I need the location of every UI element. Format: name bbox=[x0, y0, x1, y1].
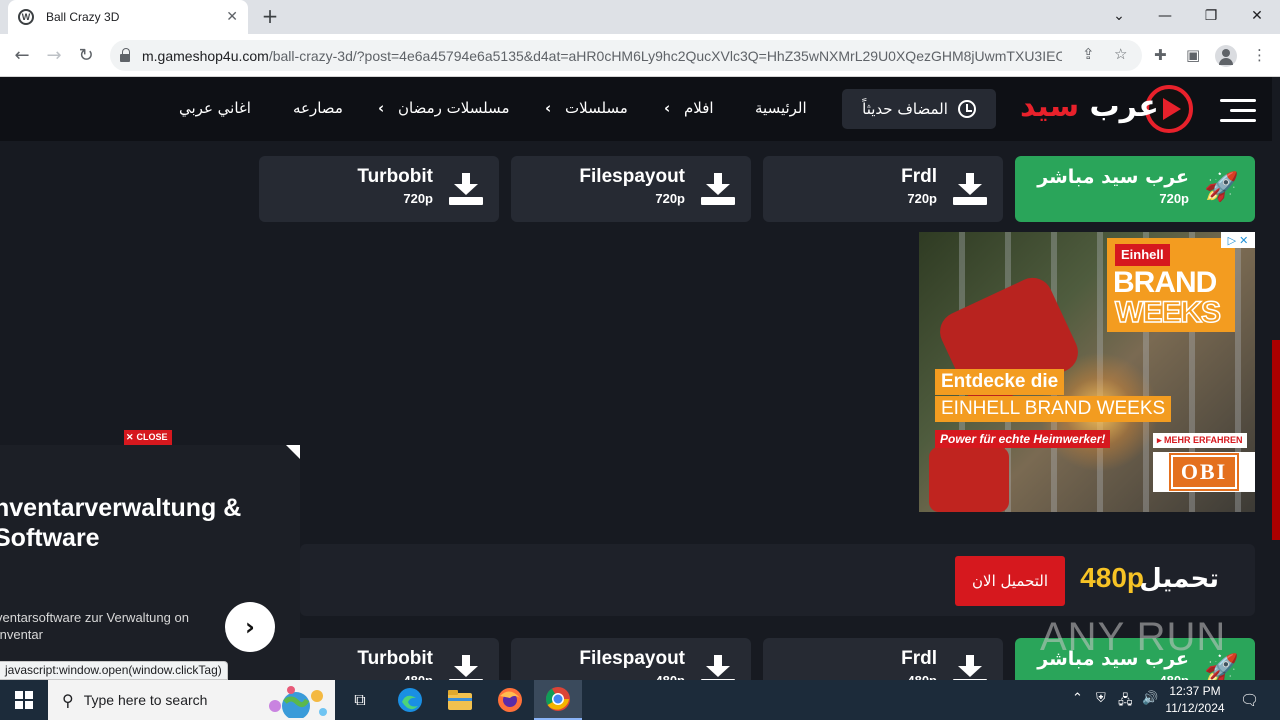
nav-movies[interactable]: افلام bbox=[684, 99, 714, 117]
side-panel-icon[interactable]: ▣ bbox=[1186, 46, 1200, 64]
address-bar[interactable]: m.gameshop4u.com/ball-crazy-3d/?post=4e6… bbox=[110, 40, 1142, 71]
nav-home[interactable]: الرئيسية bbox=[755, 99, 807, 117]
tab-strip: W Ball Crazy 3D ✕ + ⌄ — ❐ ✕ bbox=[0, 0, 1280, 34]
site-logo[interactable]: عرب سيد bbox=[1020, 89, 1159, 124]
ad-brand-panel: Einhell BRAND WEEKS bbox=[1107, 238, 1235, 332]
windows-taskbar: ⚲ Type here to search ⧉ ⌃ ⛨ 🖧 🔊 12:37 PM… bbox=[0, 680, 1280, 720]
obi-logo: OBI bbox=[1153, 452, 1255, 492]
chevron-left-icon: ‹ bbox=[545, 99, 552, 117]
download-frdl-720[interactable]: Frdl 720p bbox=[763, 156, 1003, 222]
task-view-icon[interactable]: ⧉ bbox=[336, 680, 384, 720]
download-icon bbox=[953, 173, 987, 205]
bookmark-star-icon[interactable]: ☆ bbox=[1114, 45, 1127, 63]
chevron-right-icon[interactable]: › bbox=[225, 602, 275, 652]
chrome-icon[interactable] bbox=[534, 680, 582, 720]
extensions-icon[interactable]: ✚ bbox=[1154, 46, 1167, 64]
tab-search-icon[interactable]: ⌄ bbox=[1096, 4, 1142, 28]
close-icon: ✕ bbox=[126, 432, 134, 442]
site-header: عرب سيد المضاف حديثاً الرئيسية افلام ‹ م… bbox=[0, 77, 1272, 141]
close-window-button[interactable]: ✕ bbox=[1234, 4, 1280, 28]
banner-ad-einhell-obi[interactable]: Einhell BRAND WEEKS ▷ ✕ Entdecke die EINH… bbox=[919, 232, 1255, 512]
adchoices-icon[interactable]: ▷ ✕ bbox=[1221, 232, 1255, 248]
profile-avatar-icon[interactable] bbox=[1215, 45, 1237, 67]
reload-icon[interactable]: ↻ bbox=[73, 43, 99, 69]
taskbar-search-box[interactable]: ⚲ Type here to search bbox=[48, 680, 335, 720]
einhell-logo: Einhell bbox=[1115, 244, 1170, 266]
download-icon bbox=[449, 655, 483, 680]
hamburger-menu-icon[interactable] bbox=[1220, 99, 1256, 123]
popup-heading: nventarverwaltung & Software bbox=[0, 494, 242, 552]
download-icon bbox=[701, 173, 735, 205]
section-title: تحميل bbox=[1139, 564, 1219, 594]
clock-time[interactable]: 12:37 PM bbox=[1166, 684, 1224, 698]
popup-close-button[interactable]: ✕ CLOSE bbox=[124, 430, 172, 445]
defender-icon[interactable]: ⛨ bbox=[1096, 691, 1106, 706]
download-now-button[interactable]: التحميل الان bbox=[955, 556, 1065, 606]
notification-icon[interactable]: 🗨 bbox=[1240, 691, 1259, 709]
wordpress-icon: W bbox=[18, 9, 34, 25]
search-highlight-image bbox=[269, 686, 327, 718]
browser-toolbar: ← → ↻ m.gameshop4u.com/ball-crazy-3d/?po… bbox=[0, 34, 1280, 77]
menu-kebab-icon[interactable]: ⋮ bbox=[1252, 46, 1267, 64]
download-filespayout-720[interactable]: Filespayout 720p bbox=[511, 156, 751, 222]
download-arabseed-direct-720[interactable]: 🚀 عرب سيد مباشر 720p bbox=[1015, 156, 1255, 222]
clock-date[interactable]: 11/12/2024 bbox=[1162, 701, 1228, 715]
link-status-bar: javascript:window.open(window.clickTag) bbox=[0, 661, 228, 680]
forward-icon[interactable]: → bbox=[41, 43, 67, 69]
download-icon bbox=[701, 655, 735, 680]
tab-title: Ball Crazy 3D bbox=[46, 10, 120, 24]
rocket-icon: 🚀 bbox=[1204, 170, 1239, 203]
search-icon: ⚲ bbox=[62, 690, 74, 710]
download-icon bbox=[953, 655, 987, 680]
download-turbobit-720[interactable]: Turbobit 720p bbox=[259, 156, 499, 222]
minimize-button[interactable]: — bbox=[1142, 4, 1188, 28]
firefox-icon[interactable] bbox=[486, 680, 534, 720]
chevron-left-icon: ‹ bbox=[378, 99, 385, 117]
section-quality: 480p bbox=[1080, 562, 1144, 593]
recently-added-label: المضاف حديثاً bbox=[862, 100, 948, 118]
url-text[interactable]: m.gameshop4u.com/ball-crazy-3d/?post=4e6… bbox=[142, 48, 1062, 64]
nav-arabic-songs[interactable]: اغاني عربي bbox=[179, 99, 251, 117]
windows-start-icon[interactable] bbox=[0, 680, 48, 720]
ad-more-link[interactable]: ▸ MEHR ERFAHREN bbox=[1153, 433, 1247, 448]
page-scrollbar-thumb[interactable] bbox=[1272, 340, 1280, 540]
popup-corner-fold bbox=[286, 445, 300, 459]
download-filespayout-480[interactable]: Filespayout 480p bbox=[511, 638, 751, 680]
back-icon[interactable]: ← bbox=[9, 43, 35, 69]
restore-button[interactable]: ❐ bbox=[1188, 4, 1234, 28]
chevron-up-icon[interactable]: ⌃ bbox=[1072, 691, 1083, 706]
tool-battery-image bbox=[929, 447, 1009, 512]
nav-ramadan-series[interactable]: مسلسلات رمضان bbox=[398, 99, 509, 117]
tab-close-icon[interactable]: ✕ bbox=[226, 9, 238, 25]
download-section-480p: تحميل 480p التحميل الان bbox=[300, 544, 1255, 616]
network-icon[interactable]: 🖧 bbox=[1118, 691, 1133, 713]
popup-body: ventarsoftware zur Verwaltung on Inventa… bbox=[0, 610, 189, 642]
chevron-left-icon: ‹ bbox=[664, 99, 671, 117]
volume-icon[interactable]: 🔊 bbox=[1142, 691, 1158, 706]
download-frdl-480[interactable]: Frdl 480p bbox=[763, 638, 1003, 680]
anyrun-watermark: ANY RUN bbox=[1040, 615, 1227, 659]
lock-icon[interactable] bbox=[120, 47, 130, 62]
popup-ad[interactable]: nventarverwaltung & Software ventarsoftw… bbox=[0, 445, 300, 680]
recently-added-button[interactable]: المضاف حديثاً bbox=[842, 89, 996, 129]
share-icon[interactable]: ⇪ bbox=[1082, 45, 1095, 63]
nav-wrestling[interactable]: مصارعه bbox=[293, 99, 343, 117]
edge-icon[interactable] bbox=[386, 680, 434, 720]
browser-tab[interactable]: W Ball Crazy 3D ✕ bbox=[8, 0, 248, 34]
download-icon bbox=[449, 173, 483, 205]
web-page: عرب سيد المضاف حديثاً الرئيسية افلام ‹ م… bbox=[0, 77, 1280, 680]
nav-series[interactable]: مسلسلات bbox=[565, 99, 628, 117]
file-explorer-icon[interactable] bbox=[436, 680, 484, 720]
history-icon bbox=[957, 100, 976, 118]
new-tab-button[interactable]: + bbox=[258, 4, 282, 28]
